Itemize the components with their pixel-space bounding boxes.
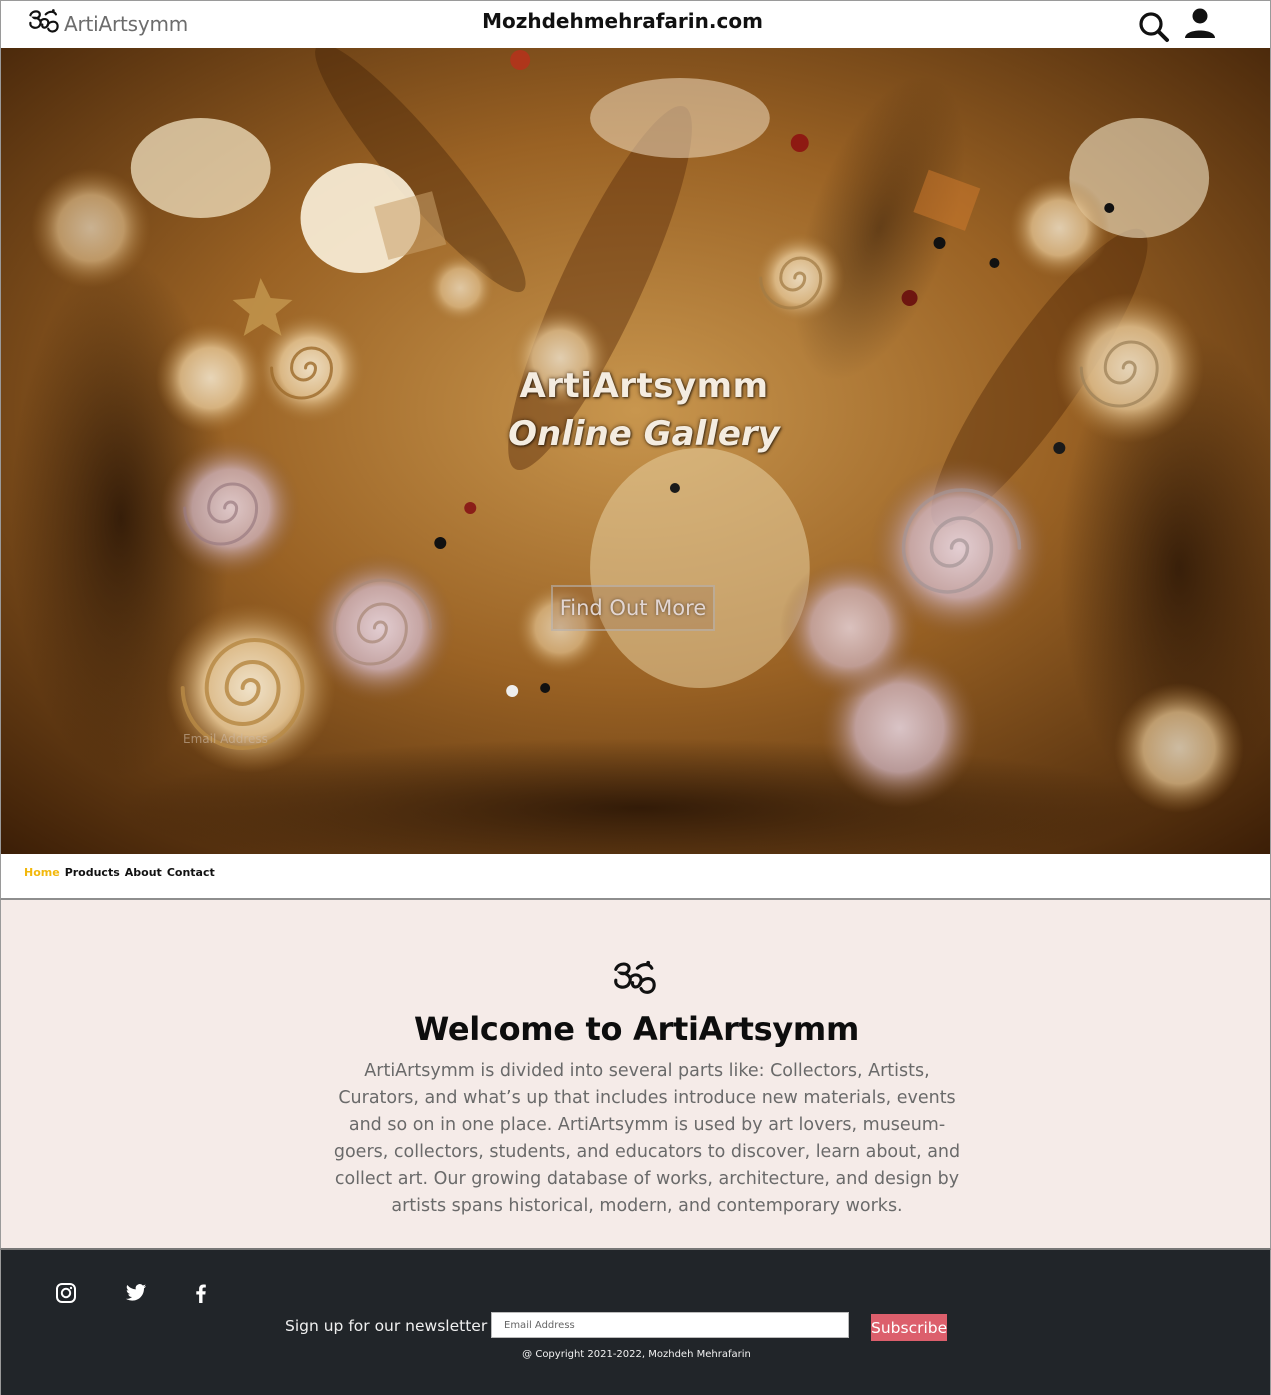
welcome-section: Welcome to ArtiArtsymm ArtiArtsymm is di… <box>0 900 1271 1250</box>
copyright-text: @ Copyright 2021-2022, Mozhdeh Mehrafari… <box>522 1349 751 1360</box>
search-icon[interactable] <box>1137 11 1171 43</box>
subscribe-button[interactable]: Subscribe <box>871 1314 947 1341</box>
hero-banner: ArtiArtsymm Online Gallery Find Out More <box>0 48 1271 854</box>
main-nav: Home Products About Contact <box>0 854 1271 900</box>
nav-link-about[interactable]: About <box>125 866 162 879</box>
site-footer: Sign up for our newsletter Subscribe @ C… <box>0 1250 1271 1395</box>
newsletter-label: Sign up for our newsletter <box>285 1317 488 1335</box>
newsletter-email-input[interactable] <box>491 1312 849 1338</box>
welcome-description: ArtiArtsymm is divided into several part… <box>333 1061 961 1216</box>
welcome-title: Welcome to ArtiArtsymm <box>413 1010 860 1048</box>
site-title: Mozhdehmehrafarin.com <box>482 9 763 33</box>
nav-link-contact[interactable]: Contact <box>167 866 215 879</box>
user-icon[interactable] <box>1183 7 1217 39</box>
site-header: ArtiArtsymm Mozhdehmehrafarin.com <box>0 0 1271 48</box>
hero-subtitle: Online Gallery <box>508 414 780 454</box>
twitter-icon[interactable] <box>125 1282 147 1304</box>
instagram-icon[interactable] <box>55 1282 77 1304</box>
nav-link-products[interactable]: Products <box>65 866 120 879</box>
hero-title: ArtiArtsymm <box>519 366 769 406</box>
facebook-icon[interactable] <box>190 1282 212 1304</box>
nav-link-home[interactable]: Home <box>24 866 60 879</box>
find-out-more-button[interactable]: Find Out More <box>551 585 715 631</box>
om-logo-icon <box>611 956 659 1002</box>
hero-email-input[interactable] <box>183 729 343 749</box>
